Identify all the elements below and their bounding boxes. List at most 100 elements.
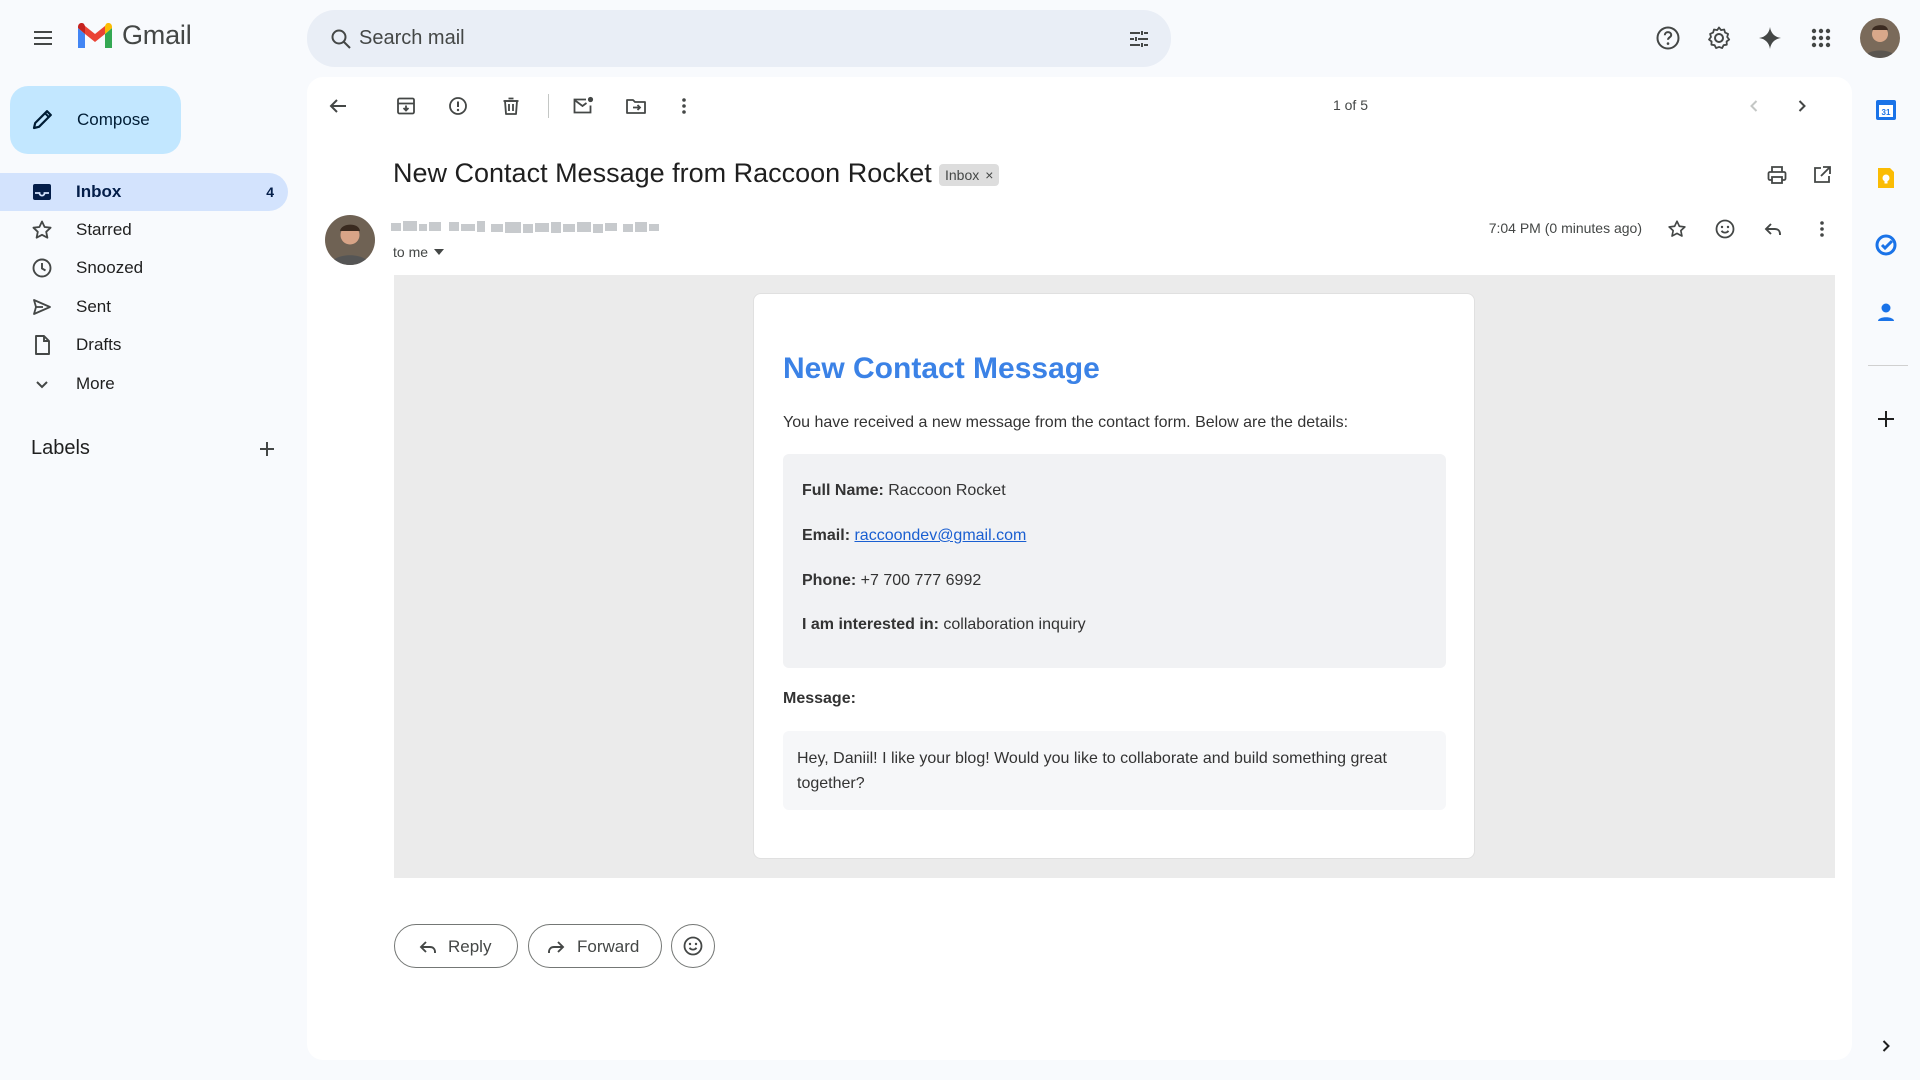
report-spam-button[interactable] — [438, 86, 478, 126]
mark-unread-button[interactable] — [563, 86, 603, 126]
search-bar[interactable] — [307, 10, 1171, 67]
compose-button[interactable]: Compose — [10, 86, 181, 154]
inbox-label-chip[interactable]: Inbox × — [939, 164, 1000, 186]
recipient-text: to me — [393, 244, 429, 260]
delete-button[interactable] — [491, 86, 531, 126]
support-button[interactable] — [1648, 18, 1688, 58]
account-avatar[interactable] — [1860, 18, 1900, 58]
newer-button[interactable] — [1734, 86, 1774, 126]
sidebar-item-inbox[interactable]: Inbox 4 — [0, 173, 288, 211]
report-icon — [449, 97, 467, 115]
pencil-icon — [32, 110, 52, 130]
detail-phone: Phone: +7 700 777 6992 — [802, 572, 981, 590]
sidebar-item-sent[interactable]: Sent — [0, 288, 288, 326]
trash-icon — [503, 97, 519, 115]
avatar-icon — [325, 215, 375, 265]
tasks-app-button[interactable] — [1866, 225, 1906, 265]
print-all-button[interactable] — [1757, 155, 1797, 195]
search-options-button[interactable] — [1119, 19, 1159, 59]
label-chip-text: Inbox — [945, 167, 980, 183]
show-side-panel-button[interactable] — [1866, 1026, 1906, 1066]
compose-label: Compose — [77, 110, 150, 129]
open-new-window-button[interactable] — [1802, 155, 1842, 195]
google-apps-button[interactable] — [1801, 18, 1841, 58]
detail-full-name: Full Name: Raccoon Rocket — [802, 482, 1006, 500]
settings-button[interactable] — [1699, 18, 1739, 58]
emoji-reaction-button[interactable] — [671, 924, 715, 968]
detail-label: I am interested in: — [802, 616, 939, 633]
sidebar-item-snoozed[interactable]: Snoozed — [0, 249, 288, 287]
sidebar-item-drafts[interactable]: Drafts — [0, 326, 288, 364]
main-menu-button[interactable] — [23, 18, 63, 58]
keep-app-button[interactable] — [1866, 158, 1906, 198]
sparkle-icon — [1759, 27, 1781, 49]
print-icon — [1767, 166, 1787, 184]
email-body-intro: You have received a new message from the… — [783, 414, 1349, 431]
back-button[interactable] — [318, 86, 358, 126]
email-link[interactable]: raccoondev@gmail.com — [854, 527, 1026, 544]
message-text: Hey, Daniil! I like your blog! Would you… — [783, 731, 1446, 810]
contacts-app-button[interactable] — [1866, 292, 1906, 332]
plus-icon — [1878, 411, 1894, 427]
gmail-logo[interactable]: Gmail — [76, 20, 192, 51]
gear-icon — [1708, 26, 1731, 49]
detail-value: +7 700 777 6992 — [860, 572, 982, 589]
tasks-icon — [1875, 234, 1897, 256]
email-timestamp: 7:04 PM (0 minutes ago) — [1488, 220, 1642, 236]
older-button[interactable] — [1782, 86, 1822, 126]
add-reaction-button[interactable] — [1705, 209, 1745, 249]
mark-unread-icon — [573, 96, 594, 114]
gemini-button[interactable] — [1750, 18, 1790, 58]
caret-down-icon — [434, 249, 445, 255]
sidebar-item-label: Inbox — [76, 182, 122, 201]
message-more-button[interactable] — [1802, 209, 1842, 249]
app-name: Gmail — [122, 20, 192, 50]
get-addons-button[interactable] — [1866, 399, 1906, 439]
sidebar-item-label: Starred — [76, 220, 132, 239]
detail-email: Email: raccoondev@gmail.com — [802, 527, 1026, 545]
search-input[interactable] — [359, 10, 1059, 67]
sender-avatar[interactable] — [325, 215, 375, 265]
detail-label: Full Name: — [802, 482, 884, 499]
gmail-m-icon — [78, 22, 112, 48]
remove-label-button[interactable]: × — [985, 167, 993, 183]
forward-icon — [548, 941, 565, 953]
search-button[interactable] — [321, 19, 361, 59]
reply-icon — [1764, 223, 1781, 235]
forward-button[interactable]: Forward — [528, 924, 662, 968]
reply-button[interactable]: Reply — [394, 924, 518, 968]
more-vert-icon — [1820, 221, 1824, 237]
sidebar-item-starred[interactable]: Starred — [0, 211, 288, 249]
keep-icon — [1878, 168, 1894, 188]
star-icon — [32, 220, 52, 239]
sidebar-item-label: Sent — [76, 297, 111, 316]
calendar-app-button[interactable]: 31 — [1866, 90, 1906, 130]
reply-icon-button[interactable] — [1753, 209, 1793, 249]
sidebar-item-more[interactable]: More — [0, 365, 288, 403]
emoji-icon — [1715, 219, 1735, 239]
arrow-left-icon — [329, 99, 346, 113]
side-panel-divider — [1868, 365, 1908, 366]
apps-grid-icon — [1811, 28, 1831, 48]
send-icon — [33, 299, 51, 315]
archive-button[interactable] — [386, 86, 426, 126]
more-actions-button[interactable] — [664, 86, 704, 126]
create-label-button[interactable] — [247, 429, 287, 469]
plus-icon — [260, 442, 274, 456]
more-vert-icon — [682, 98, 686, 114]
move-to-button[interactable] — [616, 86, 656, 126]
open-in-new-icon — [1814, 166, 1831, 183]
contacts-icon — [1878, 303, 1894, 321]
reply-label: Reply — [448, 937, 492, 956]
folder-move-icon — [626, 99, 646, 114]
detail-interest: I am interested in: collaboration inquir… — [802, 616, 1086, 634]
draft-icon — [35, 335, 50, 355]
star-button[interactable] — [1657, 209, 1697, 249]
detail-label: Phone: — [802, 572, 857, 589]
clock-icon — [32, 258, 52, 278]
sidebar-item-label: Snoozed — [76, 258, 144, 277]
tune-icon — [1130, 31, 1148, 47]
recipient-details-toggle[interactable]: to me — [393, 244, 445, 260]
archive-icon — [397, 97, 415, 115]
unread-count: 4 — [266, 184, 274, 200]
